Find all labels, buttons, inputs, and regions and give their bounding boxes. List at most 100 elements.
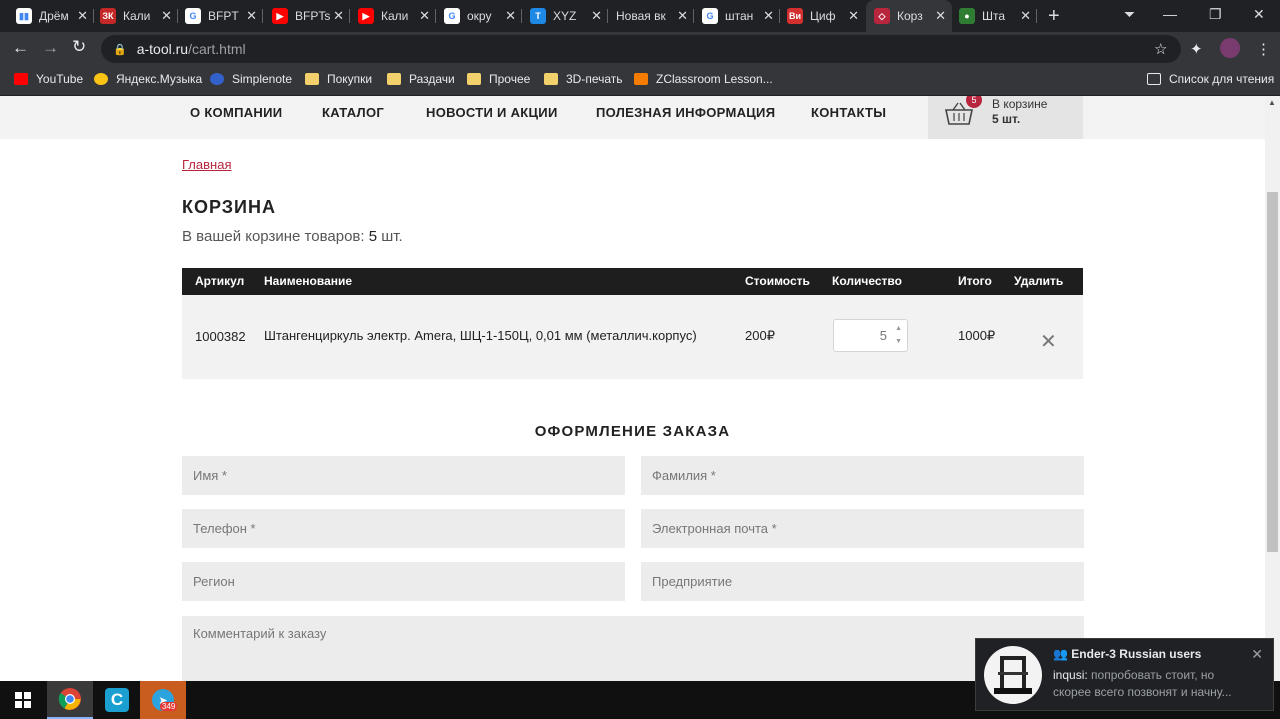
- browser-tab[interactable]: ▶ Кали ✕: [350, 0, 436, 32]
- menu-useful-info[interactable]: ПОЛЕЗНАЯ ИНФОРМАЦИЯ: [596, 105, 775, 120]
- start-button[interactable]: [0, 681, 46, 719]
- tab-favicon-icon: ЗК: [100, 8, 116, 24]
- scroll-up-icon[interactable]: ▲: [1268, 98, 1276, 107]
- bookmark-folder-other[interactable]: Прочее: [467, 72, 530, 86]
- mini-cart[interactable]: 5 В корзине 5 шт.: [928, 96, 1083, 139]
- menu-icon[interactable]: ⋮: [1256, 40, 1271, 58]
- new-tab-button[interactable]: +: [1048, 5, 1060, 28]
- menu-about[interactable]: О КОМПАНИИ: [190, 105, 282, 120]
- bookmark-folder-3d-print[interactable]: 3D-печать: [544, 72, 623, 86]
- tab-close-icon[interactable]: ✕: [763, 8, 774, 24]
- reading-list-button[interactable]: Список для чтения: [1147, 72, 1274, 86]
- telegram-badge: 349: [160, 702, 178, 711]
- last-name-field[interactable]: [641, 456, 1084, 495]
- c-app-icon: C: [105, 688, 129, 712]
- bookmark-folder-purchases[interactable]: Покупки: [305, 72, 372, 86]
- scrollbar-thumb[interactable]: [1267, 192, 1278, 552]
- tab-close-icon[interactable]: ✕: [1020, 8, 1031, 24]
- col-price: Стоимость: [745, 274, 810, 288]
- folder-icon: [544, 73, 558, 85]
- decrement-icon[interactable]: ▼: [895, 338, 902, 345]
- bookmark-youtube[interactable]: YouTube: [14, 72, 83, 86]
- chrome-icon: [58, 688, 81, 710]
- bookmark-yandex-music[interactable]: Яндекс.Музыка: [94, 72, 202, 86]
- company-field[interactable]: [641, 562, 1084, 601]
- browser-tab[interactable]: ▮▮ Дрём ✕: [8, 0, 94, 32]
- telegram-notification[interactable]: 👥 Ender-3 Russian users inqusi: попробов…: [975, 638, 1274, 711]
- cell-price: 200₽: [745, 328, 775, 343]
- cart-summary: В вашей корзине товаров: 5 шт.: [182, 228, 403, 245]
- tab-close-icon[interactable]: ✕: [246, 8, 257, 24]
- youtube-icon: [14, 73, 28, 85]
- url-host: a-tool.ru: [136, 41, 189, 57]
- tab-close-icon[interactable]: ✕: [935, 8, 946, 24]
- bookmark-simplenote[interactable]: Simplenote: [210, 72, 292, 86]
- remove-item-icon[interactable]: ✕: [1040, 329, 1057, 354]
- close-window-icon[interactable]: ✕: [1253, 6, 1265, 23]
- region-field[interactable]: [182, 562, 625, 601]
- menu-catalog[interactable]: КАТАЛОГ: [322, 105, 384, 120]
- minimize-icon[interactable]: —: [1163, 6, 1177, 22]
- tab-close-icon[interactable]: ✕: [419, 8, 430, 24]
- increment-icon[interactable]: ▲: [895, 325, 902, 332]
- tab-close-icon[interactable]: ✕: [505, 8, 516, 24]
- notification-close-icon[interactable]: ✕: [1251, 646, 1263, 663]
- reload-icon[interactable]: ↻: [72, 37, 86, 57]
- bookmark-star-icon[interactable]: ☆: [1154, 40, 1167, 58]
- browser-tab[interactable]: Ви Циф ✕: [779, 0, 865, 32]
- tab-favicon-icon: T: [530, 8, 546, 24]
- address-bar[interactable]: 🔒 a-tool.ru/cart.html: [101, 35, 1181, 63]
- taskbar-chrome[interactable]: [47, 681, 93, 719]
- tab-favicon-icon: ▶: [358, 8, 374, 24]
- folder-icon: [467, 73, 481, 85]
- tab-label: окру: [467, 9, 492, 23]
- yandex-music-icon: [94, 73, 108, 85]
- browser-tab[interactable]: ЗК Кали ✕: [92, 0, 178, 32]
- menu-news[interactable]: НОВОСТИ И АКЦИИ: [426, 105, 558, 120]
- cart-count-badge: 5: [966, 96, 982, 108]
- forward-icon[interactable]: →: [42, 38, 59, 58]
- extensions-icon[interactable]: ✦: [1190, 40, 1203, 58]
- tab-favicon-icon: ◇: [874, 8, 890, 24]
- profile-avatar[interactable]: [1220, 38, 1240, 58]
- page-scrollbar[interactable]: ▲: [1265, 96, 1280, 681]
- menu-contacts[interactable]: КОНТАКТЫ: [811, 105, 886, 120]
- browser-tab[interactable]: G BFPT ✕: [177, 0, 263, 32]
- tab-close-icon[interactable]: ✕: [161, 8, 172, 24]
- page-title: КОРЗИНА: [182, 197, 276, 217]
- first-name-field[interactable]: [182, 456, 625, 495]
- folder-icon: [387, 73, 401, 85]
- phone-field[interactable]: [182, 509, 625, 548]
- tab-close-icon[interactable]: ✕: [591, 8, 602, 24]
- browser-tab[interactable]: ● Шта ✕: [951, 0, 1037, 32]
- col-qty: Количество: [832, 274, 902, 288]
- taskbar-app-c[interactable]: C: [94, 681, 140, 719]
- browser-tab[interactable]: ▶ BFPTs ✕: [264, 0, 350, 32]
- browser-tab[interactable]: Gштан ✕: [694, 0, 780, 32]
- cell-total: 1000₽: [958, 328, 996, 343]
- breadcrumb-home[interactable]: Главная: [182, 157, 231, 172]
- bookmark-folder-distributions[interactable]: Раздачи: [387, 72, 455, 86]
- tab-close-icon[interactable]: ✕: [333, 8, 344, 24]
- comment-field[interactable]: [182, 616, 1084, 681]
- tab-close-icon[interactable]: ✕: [77, 8, 88, 24]
- tab-label: BFPT: [208, 9, 239, 23]
- cell-product-name[interactable]: Штангенциркуль электр. Amera, ШЦ-1-150Ц,…: [264, 328, 697, 343]
- tab-search-icon[interactable]: ⏷: [1124, 6, 1135, 23]
- taskbar-telegram[interactable]: ➤ 349: [140, 681, 186, 719]
- tab-close-icon[interactable]: ✕: [848, 8, 859, 24]
- quantity-stepper[interactable]: 5 ▲ ▼: [833, 319, 908, 352]
- browser-tab[interactable]: Gокру ✕: [436, 0, 522, 32]
- simplenote-icon: [210, 73, 224, 85]
- browser-tab[interactable]: T XYZ ✕: [522, 0, 608, 32]
- tab-close-icon[interactable]: ✕: [677, 8, 688, 24]
- bookmark-zclassroom[interactable]: ZClassroom Lesson...: [634, 72, 773, 86]
- group-avatar: [984, 646, 1042, 704]
- restore-icon[interactable]: ❐: [1209, 6, 1222, 23]
- email-field[interactable]: [641, 509, 1084, 548]
- browser-tab[interactable]: ◇ Корз ✕: [866, 0, 952, 32]
- order-section-title: ОФОРМЛЕНИЕ ЗАКАЗА: [534, 423, 731, 440]
- back-icon[interactable]: ←: [12, 38, 29, 58]
- telegram-icon: ➤ 349: [152, 689, 178, 711]
- browser-tab[interactable]: Новая вк ✕: [608, 0, 694, 32]
